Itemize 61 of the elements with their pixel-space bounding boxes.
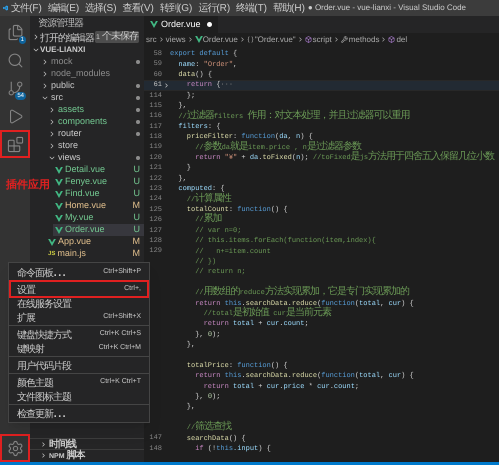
menu-item[interactable]: 转到(G)	[156, 0, 196, 16]
source-control-icon	[6, 80, 24, 96]
menu-item[interactable]: 终端(T)	[233, 0, 270, 16]
breadcrumb-item[interactable]: views	[166, 34, 186, 46]
breadcrumb-item[interactable]: "Order.vue"	[254, 34, 296, 46]
app-logo-icon	[3, 3, 8, 13]
breadcrumb-item[interactable]: script	[312, 34, 332, 46]
separator-icon	[380, 36, 388, 43]
window-title: ● Order.vue - vue-lianxi - Visual Studio Code	[308, 2, 467, 14]
wrench-icon	[340, 36, 348, 43]
tree-item[interactable]: src	[39, 92, 144, 104]
tree-item[interactable]: store	[46, 140, 144, 152]
breadcrumb-item[interactable]: src	[146, 34, 157, 46]
tree-item[interactable]: My.vue U	[53, 212, 144, 224]
tree-item[interactable]: Order.vue U	[53, 224, 144, 236]
tree-item[interactable]: components	[46, 116, 144, 128]
section-header[interactable]: VUE-LIANXI	[40, 44, 86, 56]
files-icon	[6, 24, 24, 40]
separator-icon	[296, 36, 304, 43]
settings-icon	[6, 440, 24, 456]
vue-file-icon	[194, 36, 203, 43]
separator-icon	[332, 36, 340, 43]
tree-item[interactable]: public	[39, 80, 144, 92]
sidebar-title: 资源管理器	[37, 16, 84, 30]
tree-item[interactable]: mock	[39, 56, 144, 68]
search-icon	[6, 52, 24, 68]
tree-item[interactable]: views	[46, 152, 144, 164]
tree-item[interactable]: node_modules	[39, 68, 144, 80]
editor-tab[interactable]: Order.vue	[144, 16, 218, 33]
braces-icon	[246, 36, 254, 43]
tree-item[interactable]: router	[46, 128, 144, 140]
fold-chevron-icon[interactable]	[162, 82, 170, 89]
menu-item[interactable]: 运行(R)	[195, 0, 234, 16]
menu-item[interactable]: 帮助(H)	[270, 0, 308, 16]
menu-item[interactable]: 文件(F)	[8, 0, 45, 16]
cube-icon	[304, 36, 312, 43]
menu-item[interactable]: 用户代码片段	[11, 358, 147, 372]
tree-item[interactable]: App.vue M	[46, 236, 144, 248]
tree-item[interactable]: assets	[46, 104, 144, 116]
menu-item[interactable]: 编辑(E)	[44, 0, 82, 16]
cube-icon	[388, 36, 396, 43]
menu-item[interactable]: 检查更新...	[11, 406, 147, 420]
menu-item[interactable]: 文件图标主题	[11, 389, 147, 403]
menu-item[interactable]: 查看(V)	[120, 0, 157, 16]
extensions-icon	[6, 136, 24, 152]
tree-item[interactable]: Home.vue M	[53, 200, 144, 212]
breadcrumb-item[interactable]: del	[396, 34, 408, 46]
tree-item[interactable]: Detail.vue U	[53, 164, 144, 176]
separator-icon	[238, 36, 246, 43]
activity-button[interactable]	[0, 434, 30, 462]
tree-item[interactable]: Find.vue U	[53, 188, 144, 200]
separator-icon	[158, 36, 165, 43]
activity-button[interactable]	[0, 130, 30, 158]
vue-file-icon	[150, 21, 158, 28]
separator-icon	[186, 36, 194, 43]
breadcrumb-item[interactable]: methods	[348, 34, 380, 46]
tree-item[interactable]: Fenye.vue U	[53, 176, 144, 188]
menu-item[interactable]: 选择(S)	[82, 0, 120, 16]
menu-item[interactable]: 在线服务设置	[11, 296, 147, 310]
annotation-label: 插件应用	[6, 178, 50, 193]
breadcrumb-item[interactable]: Order.vue	[202, 34, 238, 46]
